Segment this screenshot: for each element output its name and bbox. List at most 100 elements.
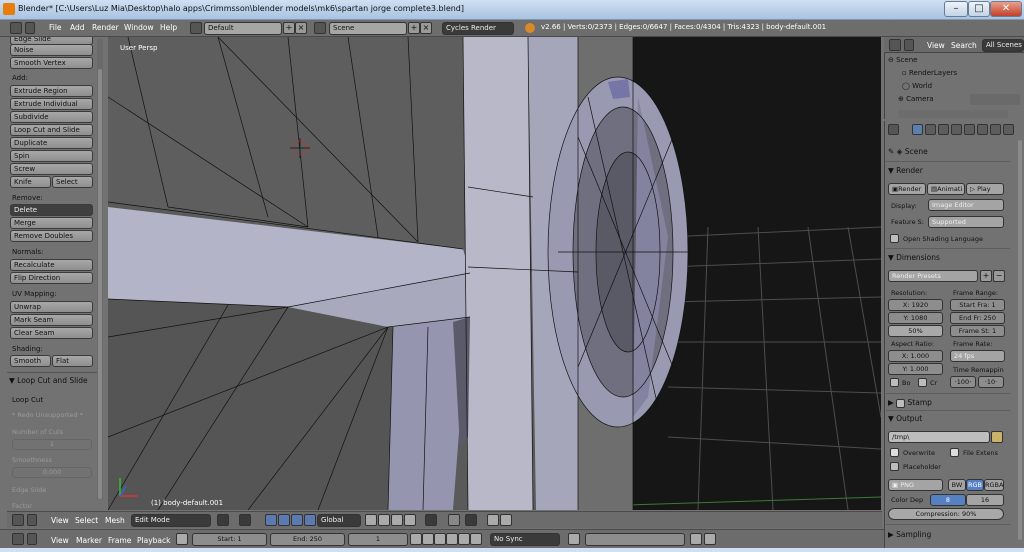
smooth-button[interactable]: Smooth: [10, 355, 51, 367]
render-animation-button[interactable]: ▤Animati: [927, 183, 965, 195]
scene-icon[interactable]: [314, 22, 326, 34]
add-layout-button[interactable]: +: [283, 22, 295, 34]
scene-field[interactable]: Scene: [329, 22, 407, 35]
outliner-menu-search[interactable]: Search: [951, 41, 977, 50]
tool-shelf-scrollbar[interactable]: [97, 39, 103, 499]
minimize-button[interactable]: –: [944, 1, 968, 17]
viewport-shading-icon[interactable]: [217, 514, 229, 526]
frame-rate-select[interactable]: 24 fps: [950, 350, 1005, 362]
delete-keyframe-icon[interactable]: [704, 533, 716, 545]
pivot-point-icon[interactable]: [239, 514, 251, 526]
resolution-y-field[interactable]: Y: 1080: [888, 312, 943, 324]
timeline-menu-marker[interactable]: Marker: [76, 536, 102, 545]
viewport-menu-mesh[interactable]: Mesh: [105, 516, 125, 525]
smooth-vertex-button[interactable]: Smooth Vertex: [10, 57, 93, 69]
properties-editor-type-icon[interactable]: [888, 124, 899, 135]
outliner-restrict-icons[interactable]: [970, 94, 1020, 105]
maximize-button[interactable]: □: [968, 1, 990, 17]
auto-keying-icon[interactable]: [568, 533, 580, 545]
snap-element-icon[interactable]: [465, 514, 477, 526]
viewport-editor-type-icon[interactable]: [12, 514, 24, 526]
dimensions-panel-header[interactable]: ▼ Dimensions: [888, 253, 940, 262]
play-animation-button[interactable]: ▷ Play: [966, 183, 1004, 195]
subdivide-button[interactable]: Subdivide: [10, 111, 93, 123]
render-engine-select[interactable]: Cycles Render: [442, 22, 514, 35]
properties-scrollbar[interactable]: [1017, 135, 1023, 545]
crop-checkbox[interactable]: [918, 378, 927, 387]
vertex-select-icon[interactable]: [365, 514, 377, 526]
outliner-row-camera[interactable]: ⊕ Camera: [898, 95, 934, 107]
display-select[interactable]: Image Editor: [928, 199, 1004, 211]
folder-browse-icon[interactable]: [991, 431, 1003, 443]
mark-seam-button[interactable]: Mark Seam: [10, 314, 93, 326]
time-remap-new-field[interactable]: ·10·: [978, 376, 1004, 388]
timeline-menu-frame[interactable]: Frame: [108, 536, 131, 545]
overwrite-checkbox[interactable]: [890, 448, 899, 457]
viewport-menu-view[interactable]: View: [51, 516, 69, 525]
file-extensions-checkbox[interactable]: [950, 448, 959, 457]
knife-button[interactable]: Knife: [10, 176, 51, 188]
compression-slider[interactable]: Compression: 90%: [888, 508, 1004, 520]
noise-button[interactable]: Noise: [10, 44, 93, 56]
outliner-scrollbar[interactable]: [898, 110, 1008, 118]
osl-checkbox[interactable]: [890, 234, 899, 243]
frame-step-field[interactable]: Frame St: 1: [950, 325, 1005, 337]
delete-menu-button[interactable]: Delete: [10, 204, 93, 216]
add-scene-button[interactable]: +: [408, 22, 420, 34]
color-rgba-button[interactable]: RGBA: [984, 479, 1004, 491]
play-icon[interactable]: [446, 533, 458, 545]
jump-end-icon[interactable]: [470, 533, 482, 545]
sync-mode-select[interactable]: No Sync: [490, 533, 560, 546]
aspect-x-field[interactable]: X: 1.000: [888, 350, 943, 362]
loop-cut-and-slide-button[interactable]: Loop Cut and Slide: [10, 124, 93, 136]
object-tab-icon[interactable]: [964, 124, 975, 135]
jump-next-key-icon[interactable]: [458, 533, 470, 545]
timeline-menu-playback[interactable]: Playback: [137, 536, 170, 545]
play-reverse-icon[interactable]: [434, 533, 446, 545]
mesh-canvas[interactable]: [108, 37, 881, 510]
border-checkbox[interactable]: [890, 378, 899, 387]
render-tab-icon[interactable]: [912, 124, 923, 135]
outliner-row-world[interactable]: ◯ World: [902, 82, 932, 94]
modifiers-tab-icon[interactable]: [977, 124, 988, 135]
render-presets-select[interactable]: Render Presets: [888, 270, 978, 282]
render-panel-header[interactable]: ▼ Render: [888, 166, 923, 175]
extrude-individual-button[interactable]: Extrude Individual: [10, 98, 93, 110]
color-bw-button[interactable]: BW: [948, 479, 966, 491]
flip-direction-button[interactable]: Flip Direction: [10, 272, 93, 284]
operator-panel-title[interactable]: ▼ Loop Cut and Slide: [9, 376, 88, 385]
knife-select-button[interactable]: Select: [52, 176, 93, 188]
menu-render[interactable]: Render: [92, 23, 119, 32]
stamp-checkbox[interactable]: [896, 398, 906, 408]
scale-icon[interactable]: [304, 514, 316, 526]
3d-viewport[interactable]: [108, 37, 881, 510]
preview-range-icon[interactable]: [176, 533, 188, 545]
material-tab-icon[interactable]: [1003, 124, 1014, 135]
mode-select[interactable]: Edit Mode: [131, 514, 211, 527]
color-depth-16-button[interactable]: 16: [966, 494, 1004, 506]
transform-orientation-select[interactable]: Global: [317, 514, 361, 527]
render-button[interactable]: ▣Render: [888, 183, 926, 195]
viewport-menu-select[interactable]: Select: [75, 516, 98, 525]
output-panel-header[interactable]: ▼ Output: [888, 414, 922, 423]
render-preview-icon[interactable]: [487, 514, 499, 526]
insert-keyframe-icon[interactable]: [690, 533, 702, 545]
output-path-input[interactable]: /tmp\: [888, 431, 990, 443]
remove-doubles-button[interactable]: Remove Doubles: [10, 230, 93, 242]
menu-add[interactable]: Add: [70, 23, 85, 32]
close-button[interactable]: ✕: [990, 1, 1022, 17]
number-of-cuts-field[interactable]: 1: [12, 439, 92, 450]
recalculate-button[interactable]: Recalculate: [10, 259, 93, 271]
edge-select-icon[interactable]: [378, 514, 390, 526]
outliner-menu-toggle-icon[interactable]: [904, 39, 914, 51]
snap-toggle-icon[interactable]: [448, 514, 460, 526]
outliner-row-renderlayers[interactable]: ▫ RenderLayers: [902, 69, 957, 81]
menu-window[interactable]: Window: [124, 23, 154, 32]
placeholders-checkbox[interactable]: [890, 462, 899, 471]
render-animation-icon[interactable]: [500, 514, 512, 526]
merge-button[interactable]: Merge: [10, 217, 93, 229]
remove-preset-button[interactable]: −: [993, 270, 1005, 282]
menu-file[interactable]: File: [49, 23, 62, 32]
unwrap-button[interactable]: Unwrap: [10, 301, 93, 313]
screen-layout-icon[interactable]: [190, 22, 202, 34]
